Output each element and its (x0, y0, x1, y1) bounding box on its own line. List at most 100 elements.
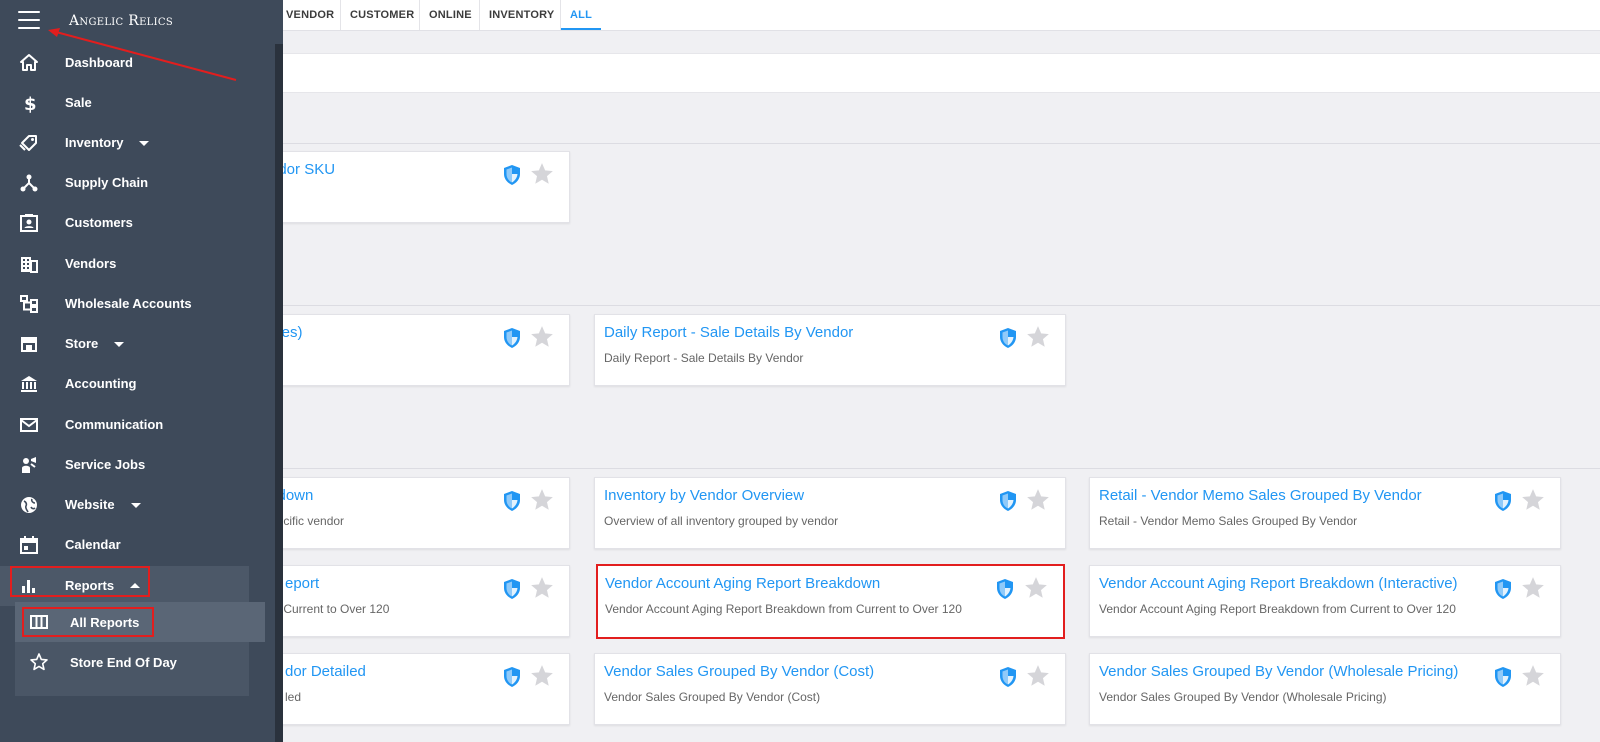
tab-online[interactable]: ONLINE (419, 0, 481, 30)
svg-text:$: $ (24, 94, 37, 113)
sidebar-item-sale[interactable]: $ Sale (0, 83, 249, 123)
tab-customer[interactable]: CUSTOMER (340, 0, 423, 30)
report-title[interactable]: Vendor Account Aging Report Breakdown (I… (1099, 575, 1458, 592)
favorite-star-icon[interactable] (529, 575, 555, 601)
sidebar-item-vendors[interactable]: Vendors (0, 244, 249, 284)
sidebar-item-reports[interactable]: Reports (0, 566, 249, 606)
sidebar-item-label: Sale (65, 95, 92, 110)
sidebar-scrollbar[interactable] (275, 44, 283, 742)
report-description: m Current to Over 120 (270, 602, 390, 616)
report-title[interactable]: Daily Report - Sale Details By Vendor (604, 324, 853, 341)
shield-icon (1495, 579, 1511, 599)
sidebar-item-supply-chain[interactable]: Supply Chain (0, 163, 249, 203)
report-card[interactable]: Vendor Sales Grouped By Vendor (Wholesal… (1089, 653, 1561, 725)
report-card[interactable]: eport m Current to Over 120 (249, 565, 570, 637)
report-title[interactable]: Vendor Account Aging Report Breakdown (605, 575, 880, 592)
sidebar-item-dashboard[interactable]: Dashboard (0, 43, 249, 83)
sidebar-item-label: Calendar (65, 537, 121, 552)
report-card[interactable]: Inventory by Vendor Overview Overview of… (594, 477, 1066, 549)
brand-logo: Angelic Relics (69, 13, 173, 29)
building-icon (21, 257, 38, 273)
favorite-star-icon[interactable] (529, 487, 555, 513)
report-description: led (285, 690, 302, 704)
report-title[interactable]: Vendor Sales Grouped By Vendor (Wholesal… (1099, 663, 1458, 680)
shield-icon (1000, 328, 1016, 348)
storefront-icon (21, 337, 37, 352)
submenu-item-label: All Reports (70, 615, 140, 630)
sidebar-item-label: Vendors (65, 256, 117, 271)
report-card[interactable]: dor Detailed led (249, 653, 570, 725)
chevron-down-icon[interactable] (139, 141, 149, 146)
sidebar-item-wholesale-accounts[interactable]: Wholesale Accounts (0, 284, 249, 324)
report-description: Vendor Account Aging Report Breakdown fr… (605, 602, 962, 616)
shield-icon (504, 328, 520, 348)
favorite-star-icon[interactable] (1023, 575, 1049, 601)
favorite-star-icon[interactable] (529, 663, 555, 689)
favorite-star-icon[interactable] (1025, 663, 1051, 689)
report-title[interactable]: Retail - Vendor Memo Sales Grouped By Ve… (1099, 487, 1422, 504)
tab-all[interactable]: ALL (560, 0, 601, 30)
shield-icon (1000, 667, 1016, 687)
report-title[interactable]: Inventory by Vendor Overview (604, 487, 804, 504)
contact-card-icon (20, 214, 38, 232)
favorite-star-icon[interactable] (1520, 575, 1546, 601)
shield-icon (1495, 667, 1511, 687)
sidebar-item-label: Service Jobs (65, 457, 146, 472)
sidebar-item-store[interactable]: Store (0, 324, 249, 364)
report-title[interactable]: dor Detailed (285, 663, 366, 680)
favorite-star-icon[interactable] (1520, 487, 1546, 513)
hamburger-menu-icon[interactable] (18, 11, 40, 31)
submenu-item-store-end-of-day[interactable]: Store End Of Day (15, 642, 265, 682)
sidebar-item-calendar[interactable]: Calendar (0, 525, 249, 565)
report-card[interactable]: kdown pecific vendor (249, 477, 570, 549)
sidebar-item-label: Communication (65, 417, 164, 432)
favorite-star-icon[interactable] (1025, 324, 1051, 350)
sidebar-item-customers[interactable]: Customers (0, 203, 249, 243)
sidebar-item-website[interactable]: Website (0, 485, 249, 525)
report-card[interactable]: Vendor Account Aging Report Breakdown (I… (1089, 565, 1561, 637)
report-card[interactable]: ales) (249, 314, 570, 386)
report-card[interactable]: Daily Report - Sale Details By Vendor Da… (594, 314, 1066, 386)
chevron-down-icon[interactable] (131, 503, 141, 508)
dollar-icon: $ (24, 94, 37, 113)
sidebar-item-label: Inventory (65, 135, 124, 150)
shield-icon (504, 579, 520, 599)
service-icon (22, 457, 36, 473)
sidebar-item-inventory[interactable]: Inventory (0, 123, 249, 163)
reports-submenu: All Reports Store End Of Day (15, 602, 265, 696)
columns-icon (30, 615, 48, 629)
report-card[interactable]: Vendor Sales Grouped By Vendor (Cost) Ve… (594, 653, 1066, 725)
report-description: Vendor Sales Grouped By Vendor (Cost) (604, 690, 821, 704)
sidebar-item-label: Accounting (65, 376, 137, 391)
sidebar-item-label: Customers (65, 215, 133, 230)
report-card-highlighted[interactable]: Vendor Account Aging Report Breakdown Ve… (596, 564, 1065, 639)
report-card[interactable]: Retail - Vendor Memo Sales Grouped By Ve… (1089, 477, 1561, 549)
submenu-item-all-reports[interactable]: All Reports (15, 602, 265, 642)
tab-vendor[interactable]: VENDOR (277, 0, 343, 30)
favorite-star-icon[interactable] (1520, 663, 1546, 689)
sidebar-item-accounting[interactable]: Accounting (0, 364, 249, 404)
favorite-star-icon[interactable] (529, 324, 555, 350)
chevron-up-icon[interactable] (130, 583, 140, 588)
report-description: Vendor Account Aging Report Breakdown fr… (1099, 602, 1456, 616)
calendar-icon (20, 536, 38, 554)
favorite-star-icon[interactable] (529, 161, 555, 187)
report-card[interactable]: ndor SKU (249, 151, 570, 223)
favorite-star-icon[interactable] (1025, 487, 1051, 513)
submenu-item-label: Store End Of Day (70, 655, 177, 670)
report-title[interactable]: Vendor Sales Grouped By Vendor (Cost) (604, 663, 874, 680)
network-icon (20, 174, 38, 192)
report-description: Daily Report - Sale Details By Vendor (604, 351, 804, 365)
chevron-down-icon[interactable] (114, 342, 124, 347)
report-description: Overview of all inventory grouped by ven… (604, 514, 839, 528)
shield-icon (1495, 491, 1511, 511)
sidebar-item-service-jobs[interactable]: Service Jobs (0, 445, 249, 485)
star-outline-icon (30, 653, 48, 671)
globe-icon (21, 497, 37, 513)
report-description: Retail - Vendor Memo Sales Grouped By Ve… (1099, 514, 1358, 528)
tab-inventory[interactable]: INVENTORY (479, 0, 563, 30)
report-title[interactable]: eport (285, 575, 319, 592)
hierarchy-icon (20, 295, 38, 313)
sidebar-item-communication[interactable]: Communication (0, 405, 249, 445)
sidebar-item-label: Wholesale Accounts (65, 296, 192, 311)
